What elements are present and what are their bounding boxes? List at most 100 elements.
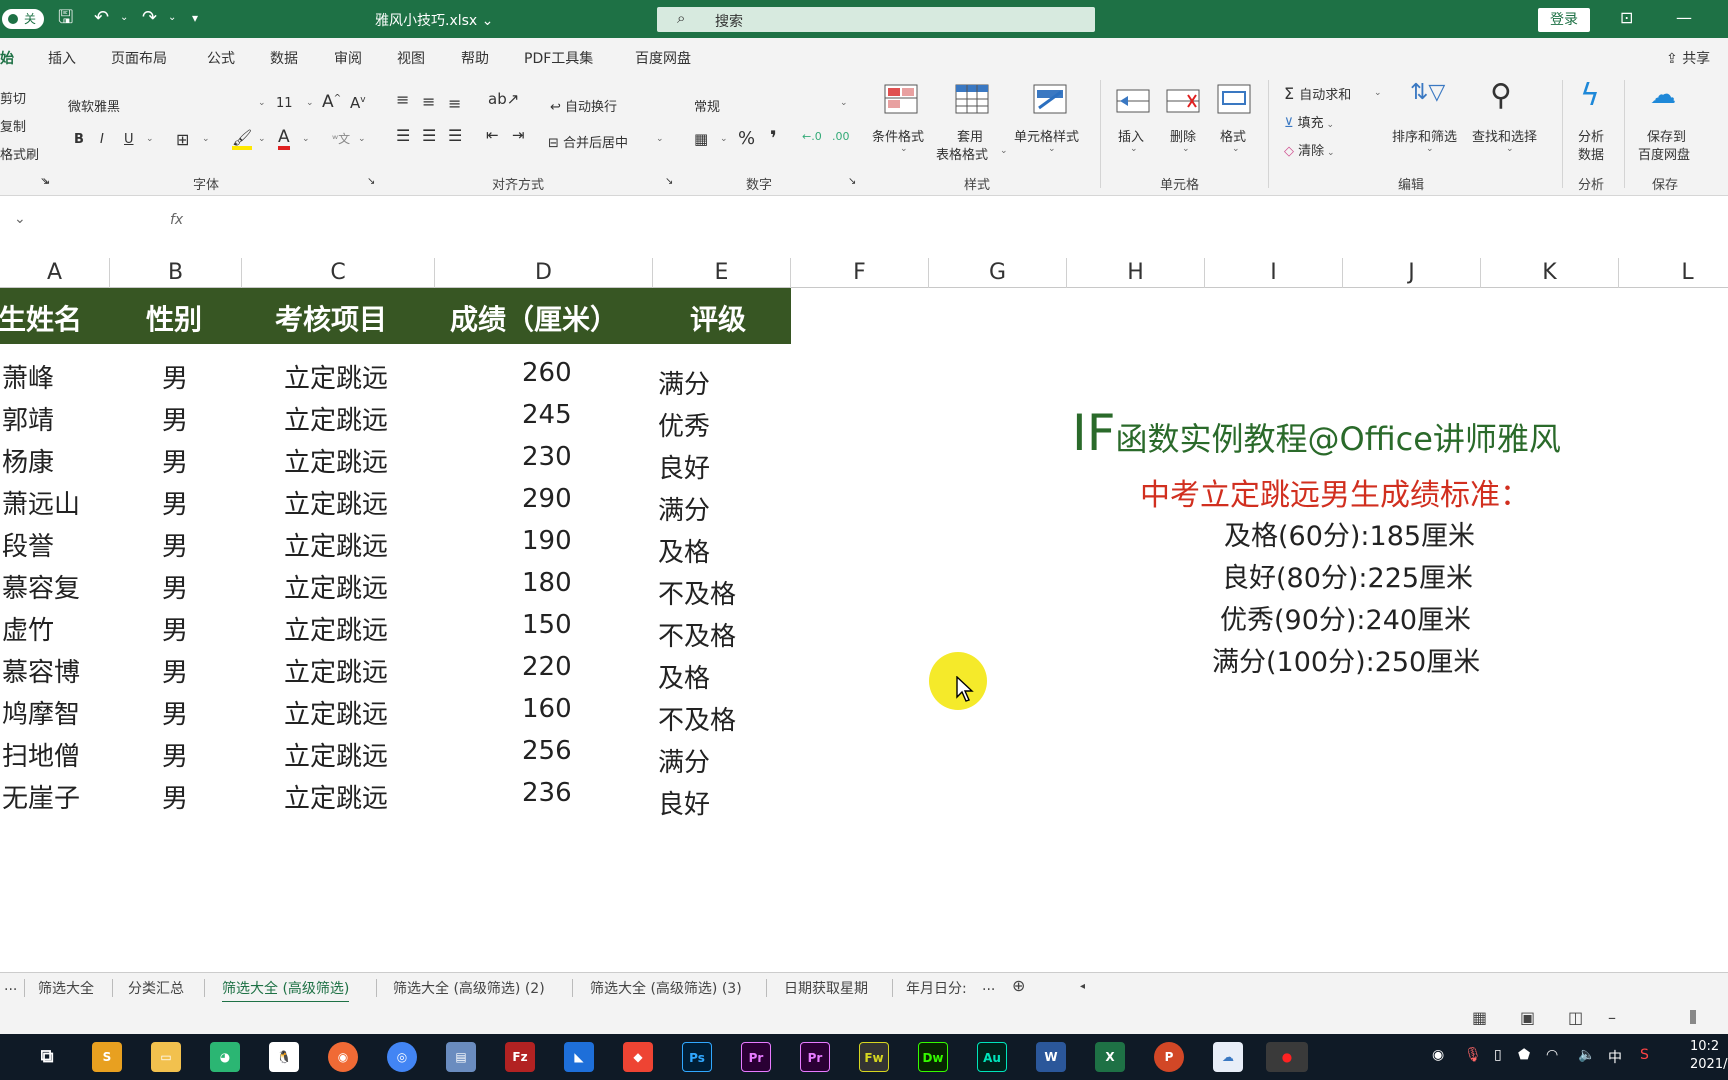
add-sheet-icon[interactable]: ⊕	[1012, 976, 1025, 995]
cell-item[interactable]: 立定跳远	[284, 736, 388, 773]
font-launcher-icon[interactable]: ↘	[42, 176, 50, 187]
insert-cells-button[interactable]: 插入	[1118, 126, 1144, 145]
clock[interactable]: 10:2 2021/	[1690, 1038, 1727, 1074]
volume-icon[interactable]: 🔈	[1578, 1047, 1595, 1063]
share-button[interactable]: ⇪ 共享	[1666, 48, 1710, 68]
column-header[interactable]: C	[242, 258, 435, 288]
column-header[interactable]: K	[1481, 258, 1619, 288]
app-colorful-icon[interactable]: ◆	[623, 1042, 653, 1072]
cell-gender[interactable]: 男	[162, 400, 188, 437]
autosum-button[interactable]: Σ 自动求和	[1284, 84, 1351, 103]
underline-dropdown-icon[interactable]: ⌄	[146, 134, 154, 144]
fill-color-icon[interactable]: 🖌	[232, 130, 253, 150]
cell-gender[interactable]: 男	[162, 736, 188, 773]
cell-grade[interactable]: 不及格	[658, 574, 736, 611]
cell-gender[interactable]: 男	[162, 526, 188, 563]
recorder-icon[interactable]: ●	[1266, 1042, 1308, 1072]
cell-name[interactable]: 慕容复	[2, 568, 80, 605]
cell-item[interactable]: 立定跳远	[284, 694, 388, 731]
align-middle-icon[interactable]: ≡	[422, 92, 435, 111]
tab-page-layout[interactable]: 页面布局	[111, 48, 167, 68]
cell-grade[interactable]: 不及格	[658, 700, 736, 737]
find-select-button[interactable]: 查找和选择	[1472, 126, 1537, 145]
cell-name[interactable]: 鸠摩智	[2, 694, 80, 731]
page-layout-view-icon[interactable]: ▣	[1520, 1008, 1535, 1027]
sort-filter-dropdown-icon[interactable]: ⌄	[1426, 144, 1434, 154]
cell-item[interactable]: 立定跳远	[284, 400, 388, 437]
increase-decimal-icon[interactable]: ←.0	[802, 130, 822, 143]
font-color-dropdown-icon[interactable]: ⌄	[302, 134, 310, 144]
find-select-dropdown-icon[interactable]: ⌄	[1506, 144, 1514, 154]
insert-dropdown-icon[interactable]: ⌄	[1130, 144, 1138, 154]
excel-icon[interactable]: X	[1095, 1042, 1125, 1072]
task-view-icon[interactable]: ⧉	[32, 1042, 62, 1072]
column-header[interactable]: G	[929, 258, 1067, 288]
sheet-tab[interactable]: 筛选大全 (高级筛选) (2)	[393, 978, 545, 998]
cell-grade[interactable]: 及格	[658, 532, 710, 569]
undo-icon[interactable]: ↶	[94, 8, 109, 28]
zoom-slider-thumb[interactable]	[1690, 1010, 1696, 1024]
cell-score[interactable]: 160	[522, 694, 572, 724]
orientation-icon[interactable]: ab↗	[488, 90, 519, 108]
cell-style-dropdown-icon[interactable]: ⌄	[1048, 144, 1056, 154]
audition-icon[interactable]: Au	[977, 1042, 1007, 1072]
increase-font-icon[interactable]: A^	[322, 92, 341, 112]
redo-icon[interactable]: ↷	[142, 8, 157, 28]
save-baidu-label-1[interactable]: 保存到	[1647, 126, 1686, 145]
conditional-format-dropdown-icon[interactable]: ⌄	[900, 144, 908, 154]
format-dropdown-icon[interactable]: ⌄	[1232, 144, 1240, 154]
cell-item[interactable]: 立定跳远	[284, 568, 388, 605]
autosave-toggle[interactable]: 关	[2, 9, 44, 29]
cell-score[interactable]: 190	[522, 526, 572, 556]
fill-button[interactable]: ⊻ 填充 ⌄	[1284, 112, 1334, 131]
battery-icon[interactable]: ▯	[1494, 1047, 1502, 1063]
cell-score[interactable]: 290	[522, 484, 572, 514]
wifi-icon[interactable]: ◠	[1546, 1047, 1558, 1063]
table-format-button[interactable]: 表格格式	[936, 144, 988, 163]
autosum-dropdown-icon[interactable]: ⌄	[1374, 88, 1382, 98]
font-name-select[interactable]: 微软雅黑	[68, 96, 120, 115]
sheet-tab-scroll[interactable]: ...	[4, 978, 17, 994]
column-header[interactable]: A	[0, 258, 110, 288]
microphone-icon[interactable]: 🎙	[1464, 1047, 1482, 1063]
merge-center-button[interactable]: ⊟ 合并后居中	[548, 132, 628, 151]
number-format-dropdown-icon[interactable]: ⌄	[840, 98, 848, 108]
tab-review[interactable]: 审阅	[334, 48, 362, 68]
conditional-format-button[interactable]: 条件格式	[872, 126, 924, 145]
column-header[interactable]: B	[110, 258, 242, 288]
cell-gender[interactable]: 男	[162, 694, 188, 731]
underline-button[interactable]: U	[124, 132, 134, 147]
analyze-data-label-1[interactable]: 分析	[1578, 126, 1604, 145]
cell-name[interactable]: 扫地僧	[2, 736, 80, 773]
file-explorer-icon[interactable]: ▭	[151, 1042, 181, 1072]
cell-gender[interactable]: 男	[162, 778, 188, 815]
column-header[interactable]: H	[1067, 258, 1205, 288]
word-icon[interactable]: W	[1036, 1042, 1066, 1072]
redo-dropdown-icon[interactable]: ⌄	[168, 8, 176, 28]
cell-item[interactable]: 立定跳远	[284, 442, 388, 479]
cell-name[interactable]: 虚竹	[2, 610, 54, 647]
ime-indicator[interactable]: 中	[1608, 1047, 1622, 1067]
undo-dropdown-icon[interactable]: ⌄	[120, 8, 128, 28]
column-header[interactable]: D	[435, 258, 653, 288]
align-left-icon[interactable]: ☰	[396, 126, 410, 145]
font-size-dropdown-icon[interactable]: ⌄	[306, 98, 314, 108]
cell-item[interactable]: 立定跳远	[284, 484, 388, 521]
align-center-icon[interactable]: ☰	[422, 126, 436, 145]
minimize-icon[interactable]: —	[1676, 8, 1692, 27]
font-group-launcher-icon[interactable]: ↘	[367, 176, 375, 187]
cell-grade[interactable]: 满分	[658, 364, 710, 401]
column-header[interactable]: E	[653, 258, 791, 288]
cell-name[interactable]: 萧远山	[2, 484, 80, 521]
tab-help[interactable]: 帮助	[461, 48, 489, 68]
number-format-select[interactable]: 常规	[694, 96, 720, 115]
delete-cells-button[interactable]: 删除	[1170, 126, 1196, 145]
italic-button[interactable]: I	[100, 132, 104, 147]
format-cells-button[interactable]: 格式	[1220, 126, 1246, 145]
wrap-text-button[interactable]: ↩ 自动换行	[550, 96, 617, 115]
cell-gender[interactable]: 男	[162, 568, 188, 605]
border-dropdown-icon[interactable]: ⌄	[202, 134, 210, 144]
bold-button[interactable]: B	[74, 132, 84, 147]
name-box-dropdown-icon[interactable]: ⌄	[14, 211, 26, 227]
cell-item[interactable]: 立定跳远	[284, 526, 388, 563]
